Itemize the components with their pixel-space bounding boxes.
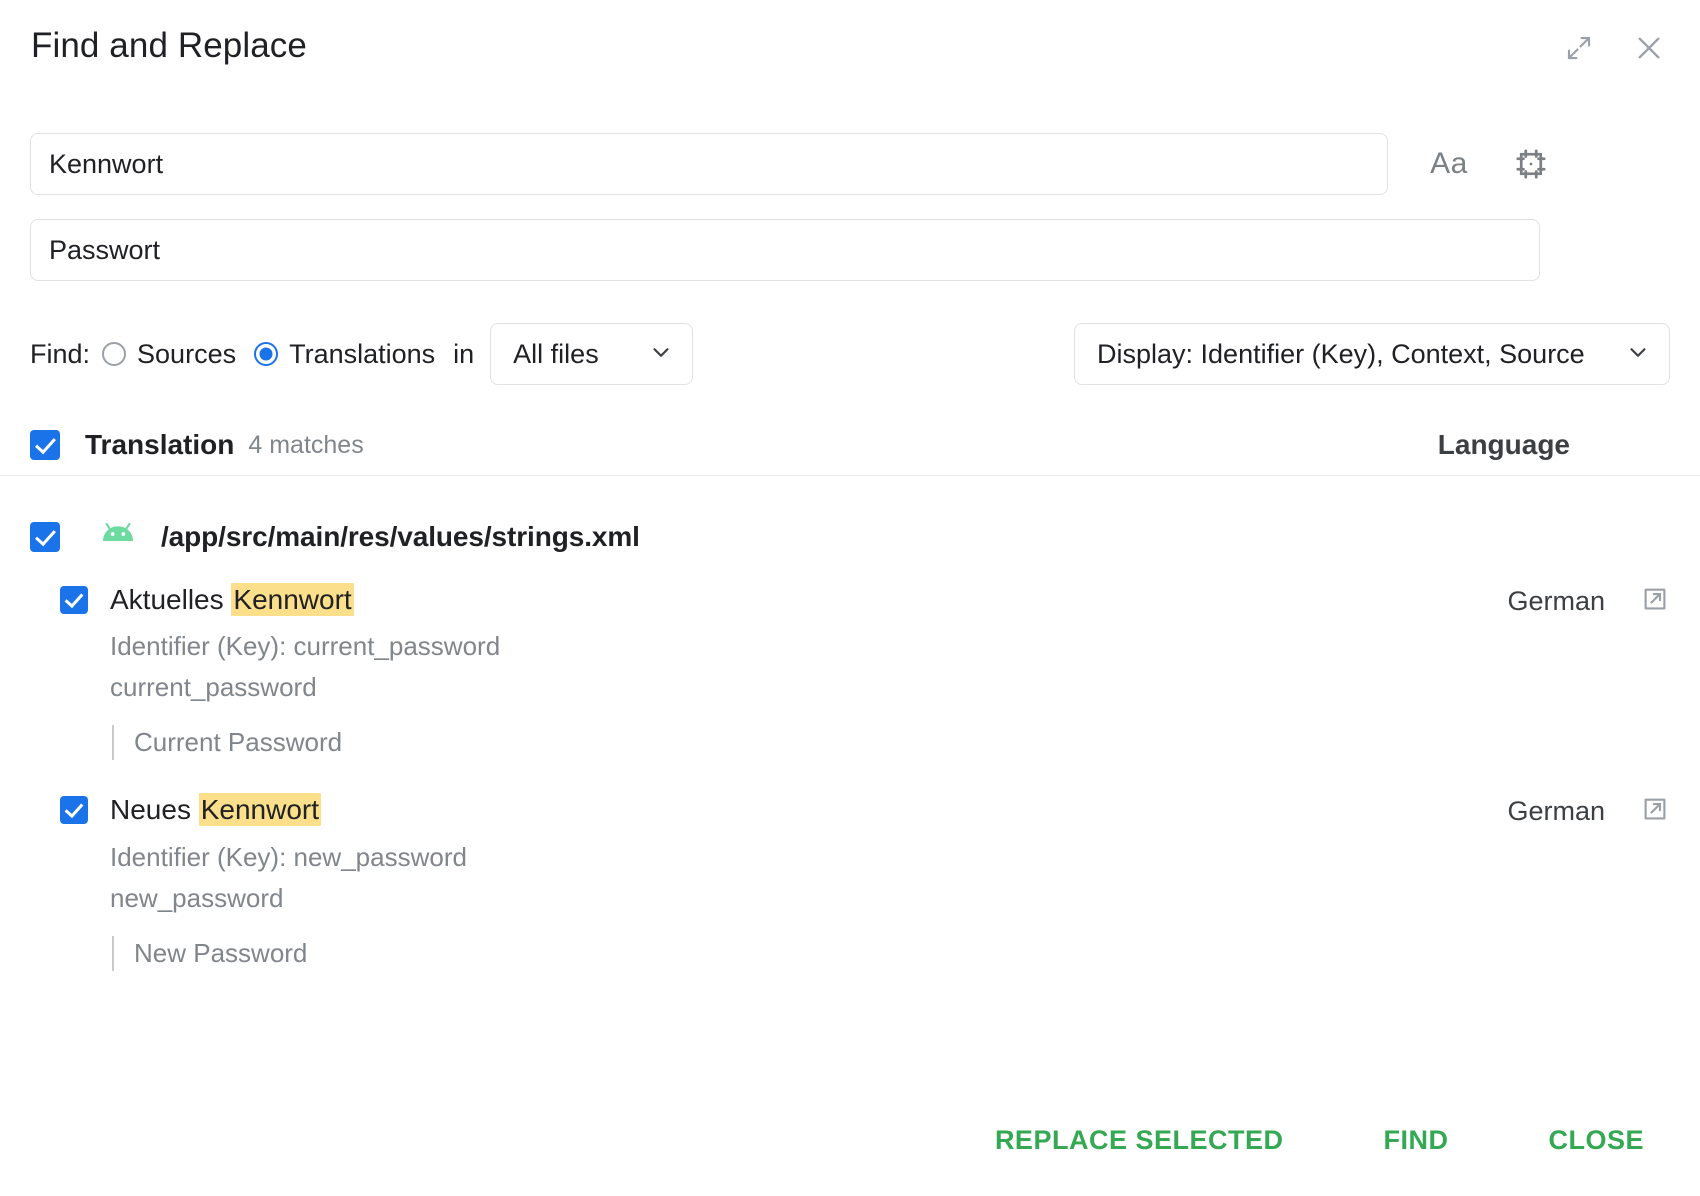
find-button[interactable]: FIND	[1357, 1111, 1474, 1170]
results-title: Translation	[85, 429, 234, 461]
file-path-label: /app/src/main/res/values/strings.xml	[161, 521, 640, 553]
language-column-header: Language	[1438, 429, 1570, 461]
radio-translations-circle[interactable]	[254, 342, 278, 366]
files-scope-value: All files	[513, 339, 599, 370]
result-language-label: German	[1507, 796, 1605, 827]
close-button[interactable]: CLOSE	[1522, 1111, 1670, 1170]
replace-selected-button[interactable]: REPLACE SELECTED	[969, 1111, 1310, 1170]
select-all-checkbox[interactable]	[30, 430, 60, 460]
file-group-checkbox[interactable]	[30, 522, 60, 552]
files-scope-select[interactable]: All files	[490, 323, 693, 385]
find-mode-row: Find: Sources Translations in All files …	[0, 323, 1700, 385]
file-group-row[interactable]: /app/src/main/res/values/strings.xml	[0, 519, 1700, 554]
display-columns-select[interactable]: Display: Identifier (Key), Context, Sour…	[1074, 323, 1670, 385]
page-title: Find and Replace	[31, 26, 307, 66]
result-match-highlight: Kennwort	[231, 583, 353, 616]
chevron-down-icon	[1625, 339, 1651, 370]
result-identifier-line: Identifier (Key): current_password	[110, 628, 500, 665]
dialog-footer: REPLACE SELECTED FIND CLOSE	[0, 1084, 1700, 1196]
open-external-icon[interactable]	[1640, 584, 1670, 619]
dialog-titlebar: Find and Replace	[0, 0, 1700, 100]
radio-translations[interactable]: Translations	[254, 339, 435, 370]
android-icon	[97, 519, 139, 554]
find-input[interactable]	[30, 133, 1388, 195]
in-label: in	[453, 339, 474, 370]
find-and-replace-dialog: Find and Replace	[0, 0, 1700, 1196]
result-checkbox[interactable]	[60, 796, 88, 824]
result-match-highlight: Kennwort	[199, 793, 321, 826]
chevron-down-icon	[648, 339, 674, 370]
result-language-cell: German	[1507, 794, 1670, 829]
find-field-row: Aa	[0, 133, 1700, 195]
result-context-line: current_password	[110, 669, 500, 706]
radio-sources-label: Sources	[137, 339, 236, 370]
result-language-label: German	[1507, 586, 1605, 617]
expand-diagonal-icon[interactable]	[1558, 27, 1600, 69]
result-translation-text: Aktuelles Kennwort	[110, 584, 500, 615]
match-case-icon[interactable]: Aa	[1424, 139, 1474, 189]
result-translation-text: Neues Kennwort	[110, 794, 467, 825]
close-icon[interactable]	[1628, 27, 1670, 69]
open-external-icon[interactable]	[1640, 794, 1670, 829]
result-checkbox[interactable]	[60, 586, 88, 614]
result-source-text: New Password	[112, 936, 467, 971]
result-context-line: new_password	[110, 880, 467, 917]
result-identifier-line: Identifier (Key): new_password	[110, 839, 467, 876]
result-text-before: Neues	[110, 794, 199, 825]
radio-translations-label: Translations	[289, 339, 435, 370]
search-options: Aa	[1424, 139, 1556, 189]
replace-field-row	[0, 219, 1700, 281]
replace-input[interactable]	[30, 219, 1540, 281]
titlebar-actions	[1558, 27, 1670, 69]
radio-sources-circle[interactable]	[102, 342, 126, 366]
radio-sources[interactable]: Sources	[102, 339, 236, 370]
result-text-before: Aktuelles	[110, 584, 231, 615]
result-item-2[interactable]: Neues Kennwort Identifier (Key): new_pas…	[0, 796, 1700, 970]
whole-word-icon[interactable]	[1506, 139, 1556, 189]
result-source-text: Current Password	[112, 725, 500, 760]
results-header: Translation 4 matches Language	[0, 415, 1700, 476]
find-mode-label: Find:	[30, 339, 90, 370]
match-case-label: Aa	[1430, 149, 1468, 179]
result-item-1[interactable]: Aktuelles Kennwort Identifier (Key): cur…	[0, 586, 1700, 760]
display-columns-value: Display: Identifier (Key), Context, Sour…	[1097, 339, 1585, 370]
result-language-cell: German	[1507, 584, 1670, 619]
results-count: 4 matches	[248, 431, 363, 460]
